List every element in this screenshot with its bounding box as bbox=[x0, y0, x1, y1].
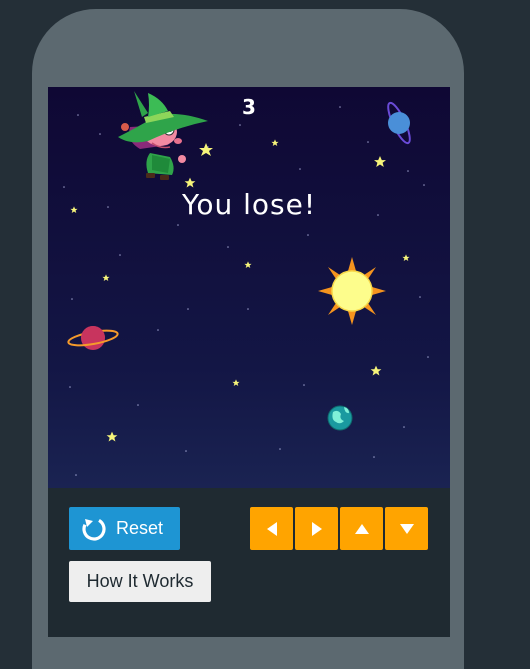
space-scene bbox=[48, 87, 450, 488]
sky-background bbox=[48, 87, 450, 488]
arrow-left-icon bbox=[266, 521, 277, 536]
score-counter: 3 bbox=[242, 95, 256, 119]
refresh-icon bbox=[82, 516, 106, 541]
move-up-button[interactable] bbox=[340, 507, 383, 550]
how-it-works-button[interactable]: How It Works bbox=[69, 561, 211, 602]
game-stage[interactable]: 3 You lose! bbox=[48, 87, 450, 488]
sun-icon bbox=[318, 257, 386, 325]
move-left-button[interactable] bbox=[250, 507, 293, 550]
reset-button[interactable]: Reset bbox=[69, 507, 180, 550]
arrow-up-icon bbox=[354, 523, 369, 534]
move-down-button[interactable] bbox=[385, 507, 428, 550]
arrow-down-icon bbox=[399, 523, 414, 534]
earth-icon bbox=[327, 405, 353, 431]
move-right-button[interactable] bbox=[295, 507, 338, 550]
game-status-message: You lose! bbox=[181, 188, 317, 221]
reset-button-label: Reset bbox=[116, 518, 164, 538]
arrow-right-icon bbox=[311, 521, 322, 536]
